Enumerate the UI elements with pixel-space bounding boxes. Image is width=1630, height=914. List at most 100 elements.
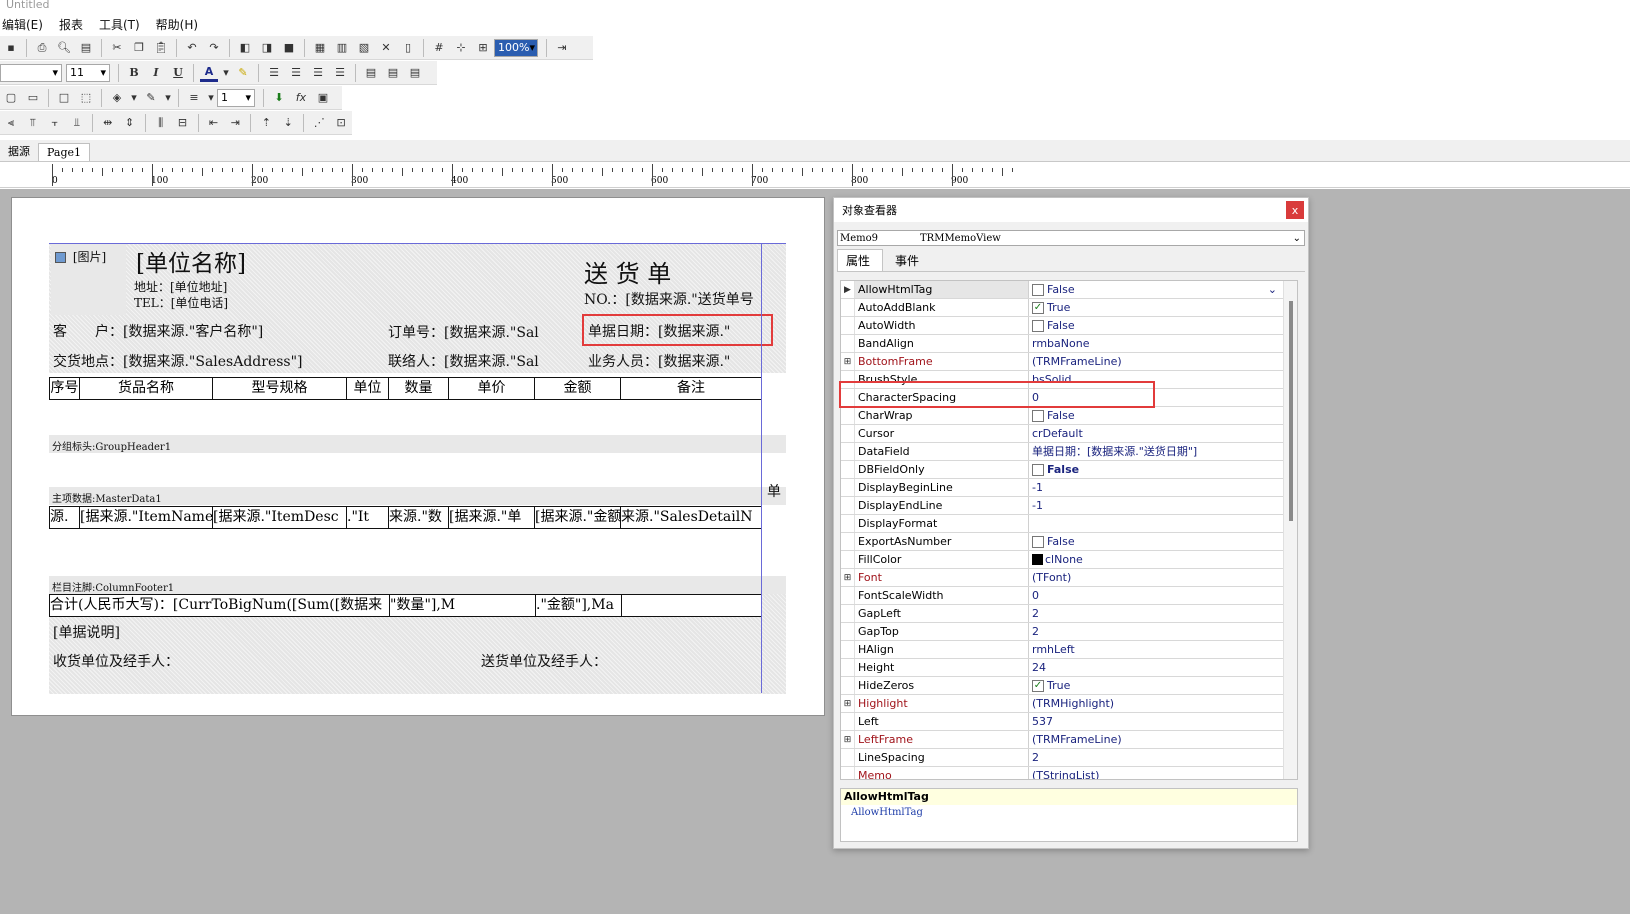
customer-field[interactable]: 客 户：[数据来源."客户名称"]	[53, 321, 378, 341]
paste-icon[interactable]: 📋︎	[152, 39, 170, 57]
data-cell[interactable]: [据来源."金额	[535, 506, 621, 529]
underline-button[interactable]: U	[169, 64, 187, 82]
property-value[interactable]: ✓ True	[1029, 677, 1283, 694]
property-row[interactable]: Cursor crDefault	[841, 425, 1283, 443]
chevron-down-icon[interactable]: ▾	[222, 64, 230, 82]
property-row[interactable]: DisplayEndLine -1	[841, 497, 1283, 515]
menu-edit[interactable]: 编辑(E)	[2, 16, 43, 33]
font-size-select[interactable]: 11 ▾	[66, 63, 110, 82]
undo-icon[interactable]: ↶	[183, 39, 201, 57]
checkbox-checked-icon[interactable]: ✓	[1032, 301, 1044, 314]
property-value[interactable]: False ⌄	[1029, 281, 1283, 298]
new-page-icon[interactable]: ▯	[399, 39, 417, 57]
property-value[interactable]: 2	[1029, 623, 1283, 640]
property-row[interactable]: DataField 单据日期：[数据来源."送货日期"]	[841, 443, 1283, 461]
remark-field[interactable]: [单据说明]	[53, 622, 120, 642]
property-value[interactable]: 2	[1029, 749, 1283, 766]
align-to-grid-icon[interactable]: ⊹	[452, 39, 470, 57]
align-bottoms-icon[interactable]: ⫫	[68, 114, 86, 132]
tab-events[interactable]: 事件	[887, 250, 931, 271]
data-cell[interactable]: [据来源."单	[449, 506, 535, 529]
property-value[interactable]: 单据日期：[数据来源."送货日期"]	[1029, 443, 1283, 460]
save-icon[interactable]: ▪	[2, 39, 20, 57]
data-cell[interactable]: [据来源."ItemName	[80, 506, 213, 529]
bring-to-front-icon[interactable]: ◧	[236, 39, 254, 57]
property-row[interactable]: DBFieldOnly False	[841, 461, 1283, 479]
group-header-band-label[interactable]: 分组标头:GroupHeader1	[52, 438, 171, 453]
property-value[interactable]: (TRMFrameLine)	[1029, 731, 1283, 748]
fit-grid-icon[interactable]: ⊞	[474, 39, 492, 57]
property-row[interactable]: CharWrap False	[841, 407, 1283, 425]
line-color-icon[interactable]: ✎	[142, 89, 160, 107]
copy-icon[interactable]: ❐	[130, 39, 148, 57]
property-row[interactable]: Memo (TStringList)	[841, 767, 1283, 779]
move-up-icon[interactable]: ⇡	[257, 114, 275, 132]
redo-icon[interactable]: ↷	[205, 39, 223, 57]
property-row[interactable]: HideZeros ✓ True	[841, 677, 1283, 695]
object-selector[interactable]: Memo9 TRMMemoView ⌄	[837, 230, 1305, 246]
align-vcenters-icon[interactable]: ⫟	[46, 114, 64, 132]
property-row[interactable]: GapLeft 2	[841, 605, 1283, 623]
menu-report[interactable]: 报表	[59, 16, 83, 33]
line-width-select[interactable]: 1 ▾	[217, 88, 255, 107]
align-center-icon[interactable]: ☰	[287, 64, 305, 82]
highlight-icon[interactable]: ✎	[234, 64, 252, 82]
property-row[interactable]: Height 24	[841, 659, 1283, 677]
property-value[interactable]	[1029, 515, 1283, 532]
menu-help[interactable]: 帮助(H)	[156, 16, 198, 33]
property-row[interactable]: FillColor clNone	[841, 551, 1283, 569]
property-row[interactable]: GapTop 2	[841, 623, 1283, 641]
send-to-back-icon[interactable]: ◨	[258, 39, 276, 57]
property-row[interactable]: FontScaleWidth 0	[841, 587, 1283, 605]
company-name[interactable]: [单位名称]	[136, 244, 246, 278]
column-header[interactable]: 货品名称	[80, 377, 213, 400]
valign-center-icon[interactable]: ▤	[384, 64, 402, 82]
column-header[interactable]: 备注	[621, 377, 762, 400]
chevron-down-icon[interactable]: ▾	[164, 89, 172, 107]
column-footer-band-label[interactable]: 栏目注脚:ColumnFooter1	[52, 579, 174, 594]
column-header[interactable]: 型号规格	[213, 377, 347, 400]
frame-bottom-icon[interactable]: ▭	[24, 89, 42, 107]
checkbox-icon[interactable]	[1032, 463, 1044, 476]
total-quantity[interactable]: "数量"],M	[390, 594, 536, 617]
bold-button[interactable]: B	[125, 64, 143, 82]
property-scrollbar[interactable]	[1283, 281, 1297, 779]
salesperson-field[interactable]: 业务人员：[数据来源."	[588, 351, 751, 371]
same-width-icon[interactable]: ⫼	[152, 114, 170, 132]
property-value[interactable]: False	[1029, 533, 1283, 550]
property-value[interactable]: rmhLeft	[1029, 641, 1283, 658]
chevron-down-icon[interactable]: ⌄	[1268, 281, 1283, 298]
space-horizontal-icon[interactable]: ⇤	[205, 114, 223, 132]
total-amount[interactable]: ."金额"],Ma	[536, 594, 622, 617]
data-cell[interactable]: 来源."SalesDetailN	[621, 506, 762, 529]
expand-icon[interactable]: ⊞	[841, 569, 855, 586]
frame-left-icon[interactable]: ▢	[2, 89, 20, 107]
checkbox-icon[interactable]	[1032, 535, 1044, 548]
total-amount-text[interactable]: 合计(人民币大写)：[CurrToBigNum([Sum([数据来	[49, 594, 390, 617]
property-value[interactable]: False	[1029, 407, 1283, 424]
checkbox-icon[interactable]	[1032, 319, 1044, 332]
property-row[interactable]: ⊞ Highlight (TRMHighlight)	[841, 695, 1283, 713]
property-value[interactable]: 2	[1029, 605, 1283, 622]
scrollbar-thumb[interactable]	[1289, 301, 1293, 521]
align-left-icon[interactable]: ☰	[265, 64, 283, 82]
order-number-field[interactable]: 订单号：[数据来源."Sal	[388, 322, 559, 342]
print-preview-icon[interactable]: 🔍︎	[55, 39, 73, 57]
column-header[interactable]: 单位	[347, 377, 389, 400]
property-value[interactable]: -1	[1029, 497, 1283, 514]
zoom-select[interactable]: 100% ▾	[494, 38, 538, 57]
frame-all-icon[interactable]: □	[55, 89, 73, 107]
property-value[interactable]: (TStringList)	[1029, 767, 1283, 779]
property-value[interactable]: crDefault	[1029, 425, 1283, 442]
property-value[interactable]: (TRMFrameLine)	[1029, 353, 1283, 370]
delete-icon[interactable]: ✕	[377, 39, 395, 57]
exit-icon[interactable]: ⇥	[553, 39, 571, 57]
cut-icon[interactable]: ✂	[108, 39, 126, 57]
property-row[interactable]: ▶ AllowHtmlTag False ⌄	[841, 281, 1283, 299]
checkbox-checked-icon[interactable]: ✓	[1032, 679, 1044, 692]
column-header[interactable]: 数量	[389, 377, 449, 400]
property-row[interactable]: LineSpacing 2	[841, 749, 1283, 767]
property-value[interactable]: (TRMHighlight)	[1029, 695, 1283, 712]
expand-icon[interactable]: ⊞	[841, 353, 855, 370]
same-height-icon[interactable]: ⊟	[174, 114, 192, 132]
